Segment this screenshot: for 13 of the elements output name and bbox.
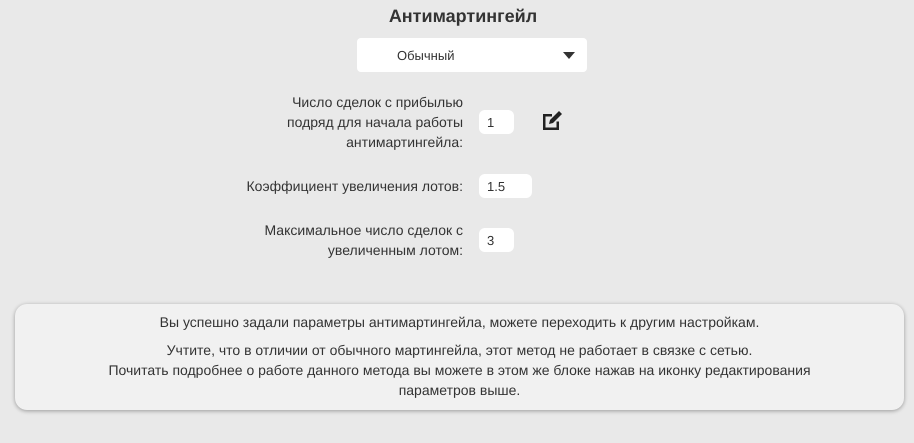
field-label: Максимальное число сделок с увеличенным лотом: bbox=[263, 221, 463, 260]
notice-text: Учтите, что в отличии от обычного мартингейла, этот метод не работает в связке с сетью. bbox=[166, 341, 754, 360]
notice-text: Почитать подробнее о работе данного метода вы можете в этом же блоке нажав на иконку редактирования параметров выше. bbox=[107, 361, 812, 400]
mode-select[interactable]: Обычный bbox=[357, 38, 587, 72]
page-title: Антимартингейл bbox=[388, 5, 538, 28]
caret-icon bbox=[563, 52, 575, 58]
notice-text: Вы успешно задали параметры антимартингейла, можете переходить к другим настройкам. bbox=[158, 313, 760, 332]
input-field[interactable]: 3 bbox=[479, 228, 514, 252]
edit-icon[interactable] bbox=[541, 110, 563, 130]
field-label: Число сделок с прибылью подряд для начала работы антимартингейла: bbox=[286, 93, 463, 152]
field-label: Коэффициент увеличения лотов: bbox=[246, 177, 463, 196]
input-field[interactable]: 1 bbox=[479, 110, 514, 134]
input-field[interactable]: 1.5 bbox=[479, 174, 532, 198]
